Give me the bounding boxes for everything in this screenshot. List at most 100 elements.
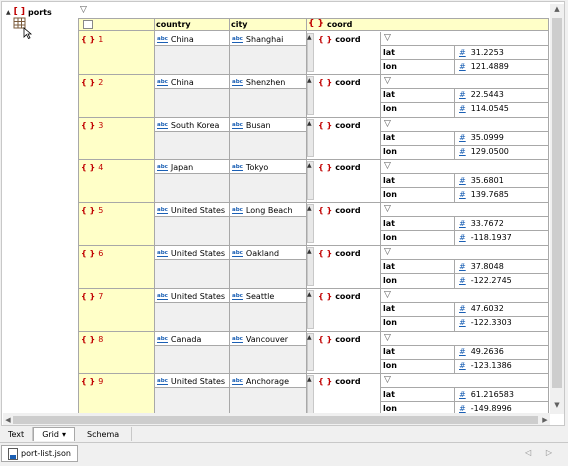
tab-schema[interactable]: Schema [75,427,133,441]
row-index-7[interactable]: { } 7 [81,291,103,302]
coord-key-lon[interactable]: lon [383,274,397,286]
column-header-country[interactable]: country [154,18,229,31]
row-index-8[interactable]: { } 8 [81,334,103,345]
coord-key-lon[interactable]: lon [383,188,397,200]
coord-key-lon[interactable]: lon [383,360,397,372]
coord-key-lat[interactable]: lat [383,303,395,315]
coord-key-lat[interactable]: lat [383,217,395,229]
coord-key-lon[interactable]: lon [383,60,397,72]
coord-value-lat[interactable]: #35.0999 [459,132,504,144]
cell-country[interactable]: abc Japan [157,162,193,173]
scroll-down-icon[interactable]: ▼ [550,401,564,413]
horizontal-scrollbar[interactable]: ◀ ▶ [3,413,550,425]
expand-up-icon[interactable]: ▲ [307,205,312,212]
cell-country[interactable]: abc United States [157,248,225,259]
cell-coord[interactable]: { } coord [318,162,361,173]
cell-coord[interactable]: { } coord [318,205,361,216]
cell-city[interactable]: abc Long Beach [232,205,293,216]
grid-dropdown-icon[interactable]: ▾ [62,430,66,439]
document-tab-port-list[interactable]: port-list.json [1,445,78,462]
coord-value-lon[interactable]: # -122.3303 [459,317,512,329]
document-nav-arrows[interactable]: ◁ ▷ [525,448,558,457]
coord-key-lat[interactable]: lat [383,89,395,101]
expand-up-icon[interactable]: ▲ [307,162,312,169]
cell-country[interactable]: abc Canada [157,334,201,345]
cell-city[interactable]: abc Tokyo [232,162,268,173]
object-collapse-icon[interactable]: ▽ [384,161,391,171]
cell-coord[interactable]: { } coord [318,120,361,131]
coord-value-lon[interactable]: #121.4889 [459,60,509,72]
cell-coord[interactable]: { } coord [318,291,361,302]
object-collapse-icon[interactable]: ▽ [384,375,391,385]
coord-key-lon[interactable]: lon [383,231,397,243]
cell-country[interactable]: abc China [157,34,194,45]
coord-value-lat[interactable]: #33.7672 [459,217,504,229]
cell-city[interactable]: abc Shenzhen [232,77,285,88]
row-index-6[interactable]: { } 6 [81,248,103,259]
cell-city[interactable]: abc Vancouver [232,334,288,345]
expand-up-icon[interactable]: ▲ [307,376,312,383]
tab-grid[interactable]: Grid ▾ [33,427,75,441]
object-collapse-icon[interactable]: ▽ [384,76,391,86]
table-view-toggle-icon[interactable] [13,17,33,40]
coord-value-lat[interactable]: #47.6032 [459,303,504,315]
cell-city[interactable]: abc Seattle [232,291,274,302]
coord-value-lat[interactable]: #22.5443 [459,89,504,101]
cell-country[interactable]: abc China [157,77,194,88]
expand-up-icon[interactable]: ▲ [307,34,312,41]
expand-up-icon[interactable]: ▲ [307,77,312,84]
cell-coord[interactable]: { } coord [318,376,361,387]
row-index-1[interactable]: { } 1 [81,34,103,45]
cell-country[interactable]: abc United States [157,376,225,387]
coord-value-lon[interactable]: # -118.1937 [459,231,512,243]
cell-city[interactable]: abc Anchorage [232,376,289,387]
cell-country[interactable]: abc United States [157,205,225,216]
coord-value-lat[interactable]: #35.6801 [459,174,504,186]
array-collapse-icon[interactable]: ▽ [80,5,87,15]
coord-key-lon[interactable]: lon [383,317,397,329]
coord-key-lon[interactable]: lon [383,146,397,158]
coord-value-lat[interactable]: #31.2253 [459,46,504,58]
coord-key-lat[interactable]: lat [383,388,395,400]
cell-coord[interactable]: { } coord [318,334,361,345]
row-index-2[interactable]: { } 2 [81,77,103,88]
object-collapse-icon[interactable]: ▽ [384,247,391,257]
cell-coord[interactable]: { } coord [318,77,361,88]
expand-up-icon[interactable]: ▲ [307,334,312,341]
vertical-scrollbar[interactable]: ▲ ▼ [550,4,564,414]
object-collapse-icon[interactable]: ▽ [384,33,391,43]
row-index-4[interactable]: { } 4 [81,162,103,173]
coord-value-lon[interactable]: #139.7685 [459,188,509,200]
cell-city[interactable]: abc Shanghai [232,34,283,45]
coord-value-lat[interactable]: #49.2636 [459,346,504,358]
expand-up-icon[interactable]: ▲ [307,248,312,255]
object-collapse-icon[interactable]: ▽ [384,204,391,214]
coord-value-lon[interactable]: # -122.2745 [459,274,512,286]
cell-city[interactable]: abc Oakland [232,248,279,259]
grid-view[interactable]: ▲ [ ] ports ▽ country city{ } coord{ } 1 abc… [1,1,565,426]
expand-up-icon[interactable]: ▲ [307,291,312,298]
horizontal-scroll-thumb[interactable] [13,416,538,424]
coord-value-lon[interactable]: # -123.1386 [459,360,512,372]
coord-value-lat[interactable]: #61.216583 [459,388,514,400]
row-index-9[interactable]: { } 9 [81,376,103,387]
row-index-5[interactable]: { } 5 [81,205,103,216]
collapse-triangle-icon[interactable]: ▲ [6,9,11,16]
object-collapse-icon[interactable]: ▽ [384,290,391,300]
column-header-coord[interactable]: { } coord [306,18,548,31]
scroll-right-icon[interactable]: ▶ [540,413,550,425]
cell-coord[interactable]: { } coord [318,34,361,45]
coord-key-lat[interactable]: lat [383,46,395,58]
cell-city[interactable]: abc Busan [232,120,271,131]
table-corner-icon[interactable] [83,20,93,29]
cell-coord[interactable]: { } coord [318,248,361,259]
row-index-3[interactable]: { } 3 [81,120,103,131]
coord-value-lon[interactable]: #129.0500 [459,146,509,158]
coord-key-lat[interactable]: lat [383,260,395,272]
expand-up-icon[interactable]: ▲ [307,120,312,127]
coord-key-lat[interactable]: lat [383,174,395,186]
object-collapse-icon[interactable]: ▽ [384,333,391,343]
vertical-scroll-thumb[interactable] [552,18,562,388]
scroll-up-icon[interactable]: ▲ [550,5,564,17]
coord-key-lon[interactable]: lon [383,103,397,115]
